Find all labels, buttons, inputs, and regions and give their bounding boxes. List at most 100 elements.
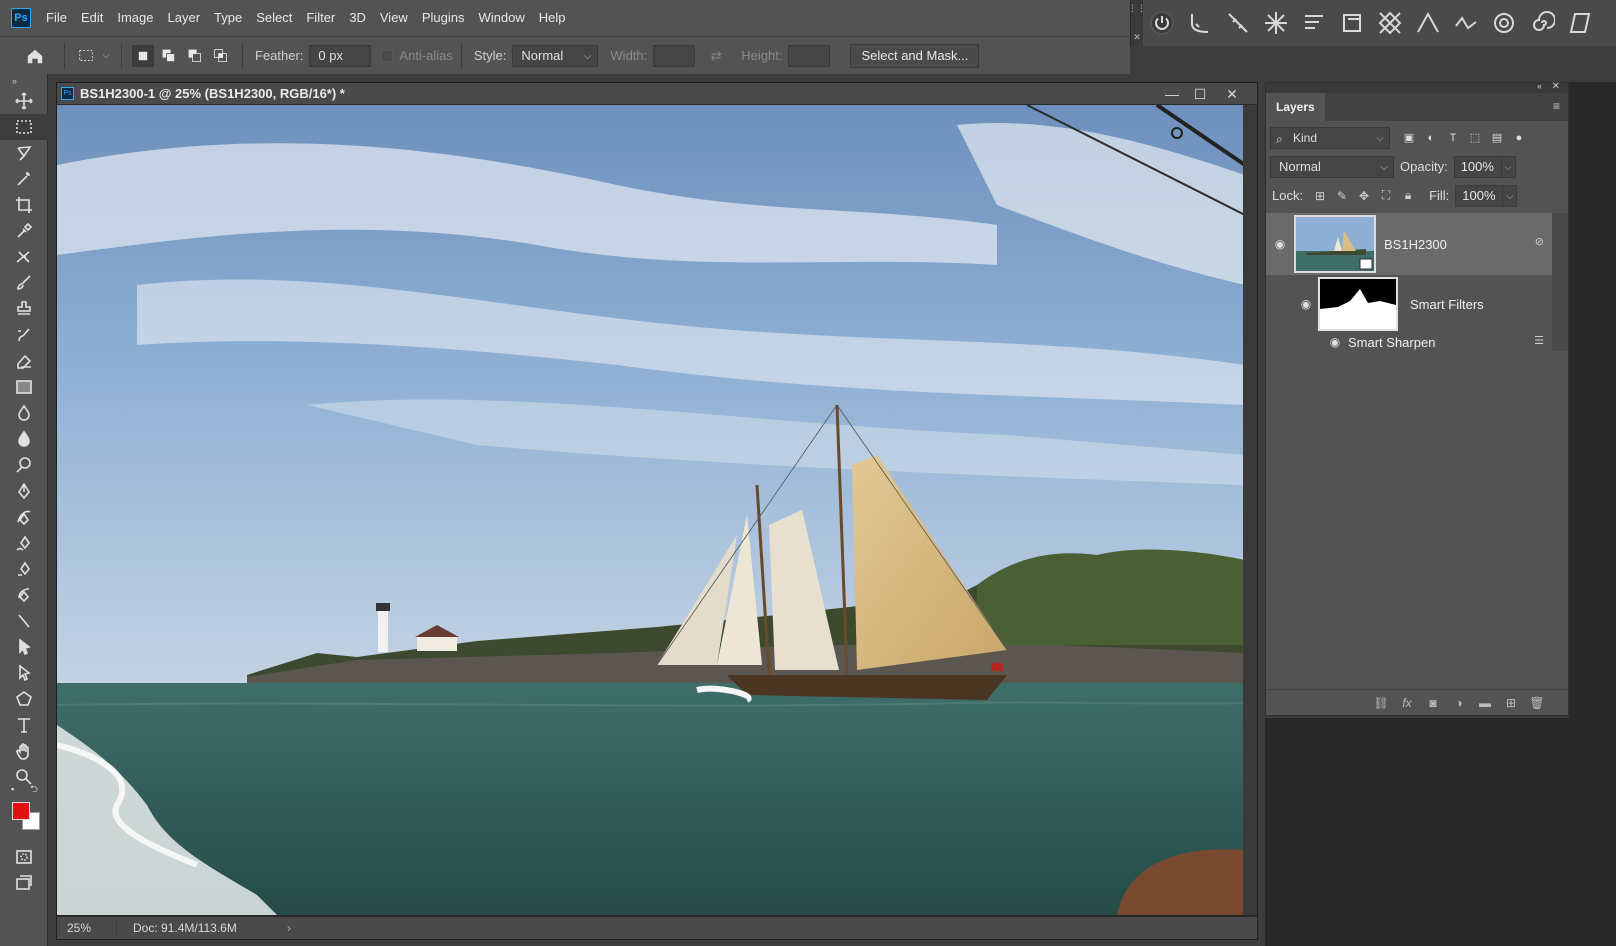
clone-stamp-tool-icon[interactable] [0, 296, 48, 322]
history-brush-tool-icon[interactable] [0, 322, 48, 348]
maximize-icon[interactable]: ☐ [1187, 83, 1213, 105]
chevron-down-icon[interactable]: ⌵ [1501, 155, 1516, 178]
feather-input[interactable]: 0 px [309, 44, 372, 67]
intersect-selection-icon[interactable] [210, 45, 232, 67]
trash-icon[interactable]: 🗑︎ [1524, 696, 1550, 710]
new-selection-icon[interactable] [132, 44, 154, 67]
power-icon[interactable] [1143, 0, 1181, 46]
minimize-icon[interactable]: — [1159, 83, 1185, 105]
document-tab[interactable]: Ps BS1H2300-1 @ 25% (BS1H2300, RGB/16*) … [57, 83, 1257, 105]
wave-icon[interactable] [1447, 0, 1485, 46]
swap-colors-icon[interactable]: ⮌ [30, 782, 38, 799]
blur-tool-icon[interactable] [0, 400, 48, 426]
visibility-eye-icon[interactable]: ◉ [1294, 297, 1318, 311]
anchor-pen-tool-icon[interactable] [0, 556, 48, 582]
close-icon[interactable]: ✕ [1219, 83, 1245, 105]
menu-window[interactable]: Window [471, 0, 531, 36]
link-layers-icon[interactable]: ⛓ [1368, 696, 1394, 710]
add-mask-icon[interactable]: ◙ [1420, 696, 1446, 710]
adjustment-layer-icon[interactable]: ◑ [1446, 696, 1472, 710]
eyedropper-tool-icon[interactable] [0, 218, 48, 244]
menu-layer[interactable]: Layer [161, 0, 208, 36]
menu-filter[interactable]: Filter [299, 0, 342, 36]
panel-menu-icon[interactable]: ≡ [1553, 99, 1560, 113]
filter-mask-thumbnail[interactable] [1318, 277, 1398, 331]
hand-tool-icon[interactable] [0, 738, 48, 764]
chevron-right-icon[interactable]: › [287, 921, 291, 935]
freeform-pen-tool-icon[interactable] [0, 530, 48, 556]
type-filter-icon[interactable]: T [1442, 127, 1464, 149]
visibility-eye-icon[interactable]: ◉ [1266, 237, 1294, 251]
menu-plugins[interactable]: Plugins [415, 0, 472, 36]
shape-filter-icon[interactable]: ⬚ [1464, 127, 1486, 149]
fx-icon[interactable]: fx [1394, 696, 1420, 710]
sponge-tool-icon[interactable] [0, 426, 48, 452]
brush-tool-icon[interactable] [0, 270, 48, 296]
quick-mask-icon[interactable] [0, 844, 48, 870]
select-and-mask-button[interactable]: Select and Mask... [850, 43, 980, 68]
smart-object-link-icon[interactable]: ⊘ [1535, 235, 1544, 248]
layers-scrollbar[interactable] [1552, 213, 1568, 351]
swap-icon[interactable]: ⇄ [705, 45, 727, 67]
triangle-icon[interactable] [1409, 0, 1447, 46]
smart-object-filter-icon[interactable]: ▤ [1486, 127, 1508, 149]
frame-icon[interactable] [1333, 0, 1371, 46]
height-input[interactable] [788, 44, 831, 67]
menu-help[interactable]: Help [532, 0, 573, 36]
smart-sharpen-row[interactable]: ◉ Smart Sharpen ☰ [1266, 333, 1552, 351]
subtract-selection-icon[interactable] [184, 45, 206, 67]
vertical-scrollbar[interactable] [1243, 105, 1257, 915]
gradient-tool-icon[interactable] [0, 374, 48, 400]
magic-wand-tool-icon[interactable] [0, 166, 48, 192]
eraser-tool-icon[interactable] [0, 348, 48, 374]
pen-tool-icon[interactable] [0, 478, 48, 504]
lasso-tool-icon[interactable] [0, 140, 48, 166]
kind-filter-select[interactable]: ⌕ Kind ⌵ [1270, 126, 1390, 149]
collapse-toolbar-icon[interactable]: » [0, 74, 47, 88]
image-canvas[interactable] [57, 105, 1245, 915]
chevron-down-icon[interactable]: ⌵ [1503, 184, 1518, 207]
circle-icon[interactable] [1485, 0, 1523, 46]
lock-position-icon[interactable]: ✥ [1353, 185, 1375, 207]
pixel-filter-icon[interactable]: ▣ [1398, 127, 1420, 149]
foreground-color[interactable] [12, 802, 30, 820]
menu-image[interactable]: Image [110, 0, 160, 36]
crop-tool-icon[interactable] [0, 192, 48, 218]
curve-tool-icon[interactable] [1181, 0, 1219, 46]
opacity-input[interactable]: 100% [1453, 155, 1502, 178]
chevron-down-icon[interactable]: ⌵ [101, 45, 111, 67]
home-icon[interactable] [24, 45, 46, 67]
zoom-tool-icon[interactable] [0, 764, 48, 790]
lock-all-icon[interactable]: 🔒︎ [1397, 185, 1419, 207]
antialias-checkbox-box[interactable] [381, 49, 394, 62]
antialias-checkbox[interactable]: Anti-alias [381, 48, 453, 63]
marquee-tool-icon[interactable] [0, 114, 48, 140]
layer-name[interactable]: BS1H2300 [1384, 237, 1447, 252]
collapse-panel-icon[interactable]: « [1537, 81, 1542, 91]
line-tool-icon[interactable] [0, 608, 48, 634]
marquee-rect-icon[interactable] [75, 45, 97, 67]
healing-brush-tool-icon[interactable] [0, 244, 48, 270]
style-select[interactable]: Normal ⌵ [512, 44, 599, 67]
zoom-level[interactable]: 25% [57, 921, 117, 935]
filter-blending-options-icon[interactable]: ☰ [1534, 334, 1544, 347]
menu-3d[interactable]: 3D [342, 0, 373, 36]
smart-filters-row[interactable]: ◉ Smart Filters [1266, 275, 1552, 333]
dodge-tool-icon[interactable] [0, 452, 48, 478]
default-colors-icon[interactable]: ▪ [11, 784, 21, 794]
close-panel-icon[interactable]: ✕ [1552, 81, 1560, 92]
direct-selection-tool-icon[interactable] [0, 660, 48, 686]
move-tool-icon[interactable] [0, 88, 48, 114]
shape-tool-icon[interactable] [0, 686, 48, 712]
adjustment-filter-icon[interactable]: ◐ [1420, 127, 1442, 149]
path-selection-tool-icon[interactable] [0, 634, 48, 660]
fill-input[interactable]: 100% [1455, 184, 1504, 207]
folder-icon[interactable]: ▬ [1472, 696, 1498, 710]
align-lines-icon[interactable] [1295, 0, 1333, 46]
filter-toggle-icon[interactable]: ● [1508, 127, 1530, 149]
cross-diamond-icon[interactable] [1371, 0, 1409, 46]
diagonal-tool-icon[interactable] [1219, 0, 1257, 46]
screen-mode-icon[interactable] [0, 870, 48, 896]
star-burst-icon[interactable] [1257, 0, 1295, 46]
menu-file[interactable]: File [39, 0, 74, 36]
